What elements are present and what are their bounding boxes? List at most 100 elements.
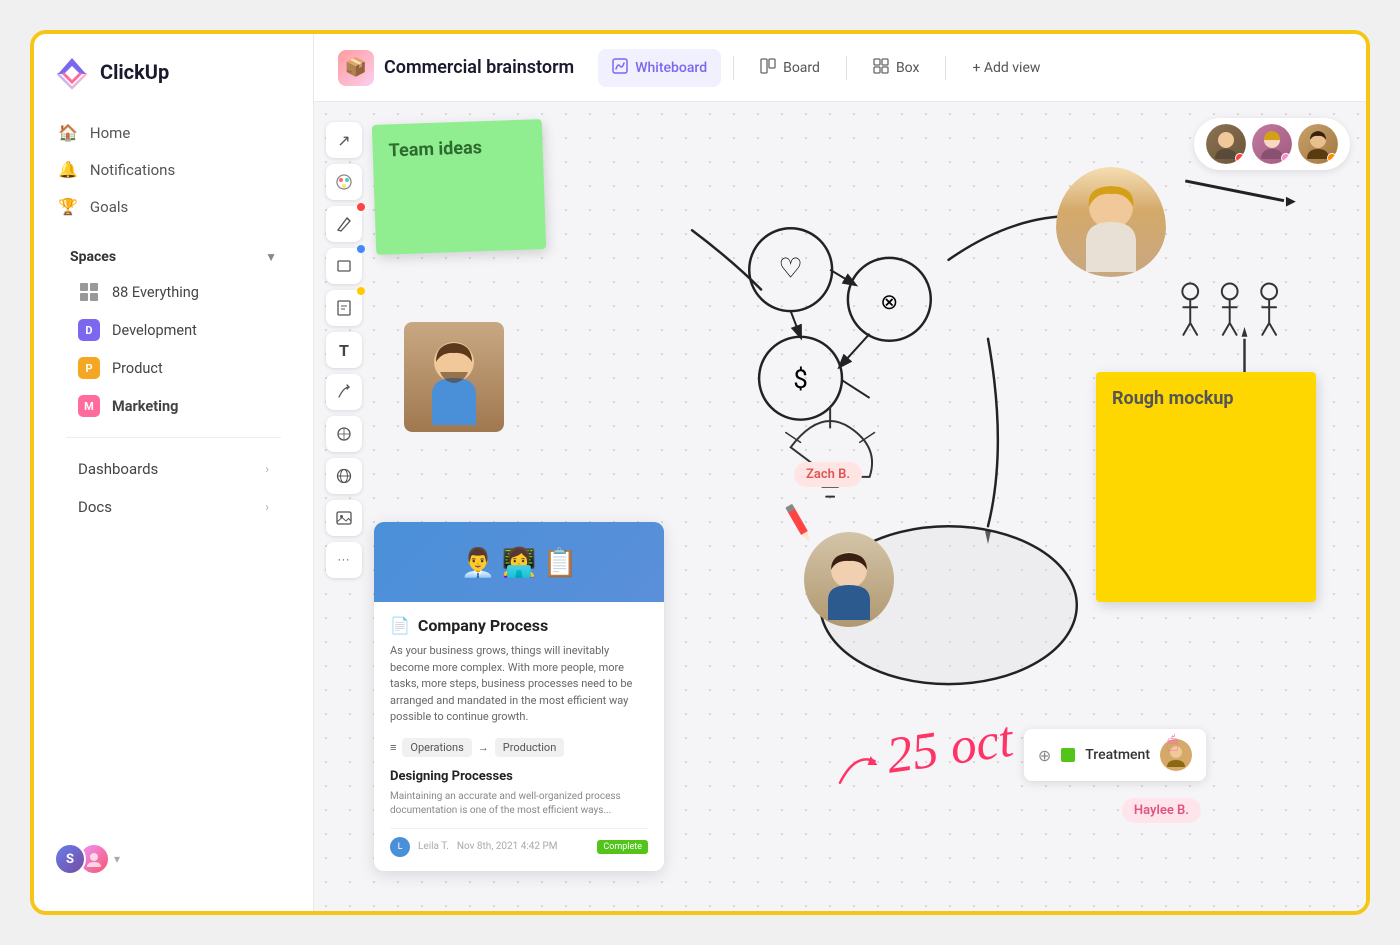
header-title-area: 📦 Commercial brainstorm [338, 50, 574, 86]
document-card[interactable]: 👨‍💼 👩‍💻 📋 📄 Company Process As your busi… [374, 522, 664, 871]
everything-label: 88 Everything [112, 284, 199, 301]
name-tag-zach: Zach B. [794, 462, 862, 487]
doc-author-name: Leila T. [418, 841, 449, 852]
spaces-header[interactable]: Spaces ▼ [46, 237, 301, 273]
doc-date: Nov 8th, 2021 4:42 PM [457, 841, 558, 852]
status-dot-1 [1235, 153, 1245, 163]
person-avatar-2[interactable] [1252, 124, 1292, 164]
add-view-button[interactable]: + Add view [958, 54, 1054, 82]
add-view-label: + Add view [972, 60, 1040, 76]
app-frame: ClickUp 🏠 Home 🔔 Notifications 🏆 Goals S… [30, 30, 1370, 915]
tool-image[interactable] [326, 500, 362, 536]
person-avatar-1[interactable] [1206, 124, 1246, 164]
treatment-label: Treatment [1085, 747, 1150, 763]
sidebar-item-goals[interactable]: 🏆 Goals [46, 188, 301, 225]
sidebar-item-everything[interactable]: 88 Everything [54, 273, 293, 311]
svg-text:25 oct: 25 oct [883, 710, 1018, 784]
tool-shapes[interactable] [326, 416, 362, 452]
sidebar-item-product[interactable]: P Product [54, 349, 293, 387]
doc-body-text: As your business grows, things will inev… [390, 643, 648, 726]
tab-divider-2 [846, 56, 847, 80]
everything-icon [78, 281, 100, 303]
sticky-note-team-ideas[interactable]: Team ideas [372, 119, 546, 255]
svg-text:⊗: ⊗ [880, 290, 898, 315]
tool-more[interactable]: ··· [326, 542, 362, 578]
divider [66, 437, 281, 438]
tools-panel: ↗ [326, 122, 362, 578]
notifications-label: Notifications [90, 161, 175, 179]
trophy-icon: 🏆 [58, 197, 78, 216]
doc-card-body: 📄 Company Process As your business grows… [374, 602, 664, 871]
tool-rectangle[interactable] [326, 248, 362, 284]
bell-icon: 🔔 [58, 160, 78, 179]
dashboards-label: Dashboards [78, 460, 158, 478]
doc-illustration: 👨‍💼 👩‍💻 📋 [461, 546, 578, 579]
header: 📦 Commercial brainstorm Whiteboard [314, 34, 1366, 102]
doc-section-text: Maintaining an accurate and well-organiz… [390, 790, 648, 818]
logo-area[interactable]: ClickUp [34, 54, 313, 114]
doc-title-text: Company Process [418, 616, 548, 635]
people-bar [1194, 118, 1350, 170]
sidebar-item-marketing[interactable]: M Marketing [54, 387, 293, 425]
home-label: Home [90, 124, 130, 142]
avatar-s: S [54, 843, 86, 875]
tab-divider-3 [945, 56, 946, 80]
whiteboard-tab-icon [612, 58, 628, 78]
sidebar-item-home[interactable]: 🏠 Home [46, 114, 301, 151]
sticky-note-rough-mockup[interactable]: Rough mockup [1096, 372, 1316, 602]
header-tabs: Whiteboard Board [598, 34, 1054, 101]
svg-text:♡: ♡ [778, 252, 803, 285]
whiteboard-canvas[interactable]: ↗ [314, 102, 1366, 911]
docs-arrow-icon: › [265, 500, 269, 514]
app-name: ClickUp [100, 60, 169, 84]
user-area[interactable]: S ▾ [34, 827, 313, 891]
haylee-label: Haylee B. [1134, 803, 1189, 818]
tool-pencil[interactable] [326, 206, 362, 242]
tool-connector[interactable] [326, 374, 362, 410]
flow-from: Operations [402, 738, 471, 757]
spaces-chevron-icon: ▼ [265, 250, 277, 264]
user-avatar-group: S [54, 843, 102, 875]
tab-whiteboard[interactable]: Whiteboard [598, 49, 721, 87]
sidebar-item-dashboards[interactable]: Dashboards › [54, 450, 293, 488]
zach-label: Zach B. [806, 467, 850, 482]
doc-flow: ≡ Operations → Production [390, 738, 648, 757]
tab-divider [733, 56, 734, 80]
cursor-icon: 🖱 [1167, 732, 1178, 753]
sidebar: ClickUp 🏠 Home 🔔 Notifications 🏆 Goals S… [34, 34, 314, 911]
name-tag-haylee: Haylee B. [1122, 798, 1201, 823]
dashboards-arrow-icon: › [265, 462, 269, 476]
main-content: 📦 Commercial brainstorm Whiteboard [314, 34, 1366, 911]
chevron-down-icon: ▾ [114, 852, 120, 866]
tool-text[interactable]: T [326, 332, 362, 368]
page-icon: 📦 [338, 50, 374, 86]
flow-to: Production [495, 738, 564, 757]
spaces-label: Spaces [70, 249, 116, 265]
doc-card-header: 👨‍💼 👩‍💻 📋 [374, 522, 664, 602]
tool-cursor[interactable]: ↗ [326, 122, 362, 158]
doc-author-avatar: L [390, 837, 410, 857]
marketing-badge: M [78, 395, 100, 417]
product-badge: P [78, 357, 100, 379]
person-avatar-3[interactable] [1298, 124, 1338, 164]
sidebar-item-notifications[interactable]: 🔔 Notifications [46, 151, 301, 188]
tool-globe[interactable] [326, 458, 362, 494]
sidebar-item-docs[interactable]: Docs › [54, 488, 293, 526]
tool-sticky-note[interactable] [326, 290, 362, 326]
whiteboard-tab-label: Whiteboard [635, 60, 707, 76]
nav-section: 🏠 Home 🔔 Notifications 🏆 Goals Spaces ▼ [34, 114, 313, 827]
tab-board[interactable]: Board [746, 49, 834, 87]
clickup-logo-icon [54, 54, 90, 90]
development-label: Development [112, 322, 197, 339]
doc-section-title: Designing Processes [390, 769, 648, 784]
treatment-card[interactable]: ⊕ Treatment [1024, 729, 1206, 781]
arrow-icon: → [478, 741, 489, 754]
sidebar-item-development[interactable]: D Development [54, 311, 293, 349]
team-ideas-text: Team ideas [388, 137, 482, 161]
tab-box[interactable]: Box [859, 49, 934, 87]
status-dot-3 [1327, 153, 1337, 163]
tool-color-palette[interactable] [326, 164, 362, 200]
box-tab-label: Box [896, 60, 920, 76]
board-tab-icon [760, 58, 776, 78]
person-photo-top-right [1056, 167, 1166, 277]
